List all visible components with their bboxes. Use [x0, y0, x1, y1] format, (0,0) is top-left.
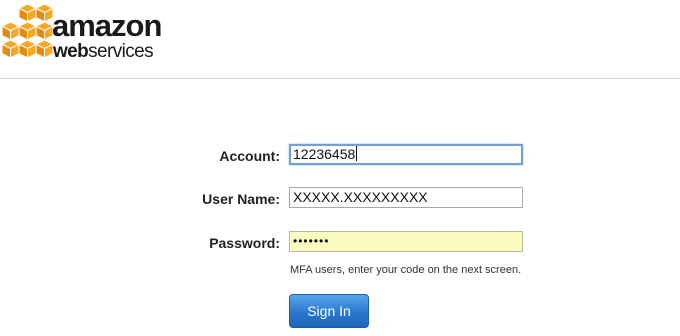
mfa-hint-text: MFA users, enter your code on the next s…	[290, 264, 522, 276]
password-label: Password:	[209, 235, 280, 251]
account-input[interactable]: 12236458	[289, 144, 523, 165]
sign-in-form: Account: 12236458 User Name: XXXXX.XXXXX…	[0, 0, 680, 336]
password-value: •••••••	[293, 234, 330, 248]
username-input[interactable]: XXXXX.XXXXXXXXX	[289, 187, 523, 208]
text-caret	[356, 146, 358, 161]
sign-in-button[interactable]: Sign In	[289, 294, 369, 328]
username-label: User Name:	[202, 191, 280, 207]
username-value: XXXXX.XXXXXXXXX	[293, 189, 428, 205]
account-value: 12236458	[293, 146, 356, 162]
password-input[interactable]: •••••••	[289, 231, 523, 252]
account-label: Account:	[219, 148, 280, 164]
